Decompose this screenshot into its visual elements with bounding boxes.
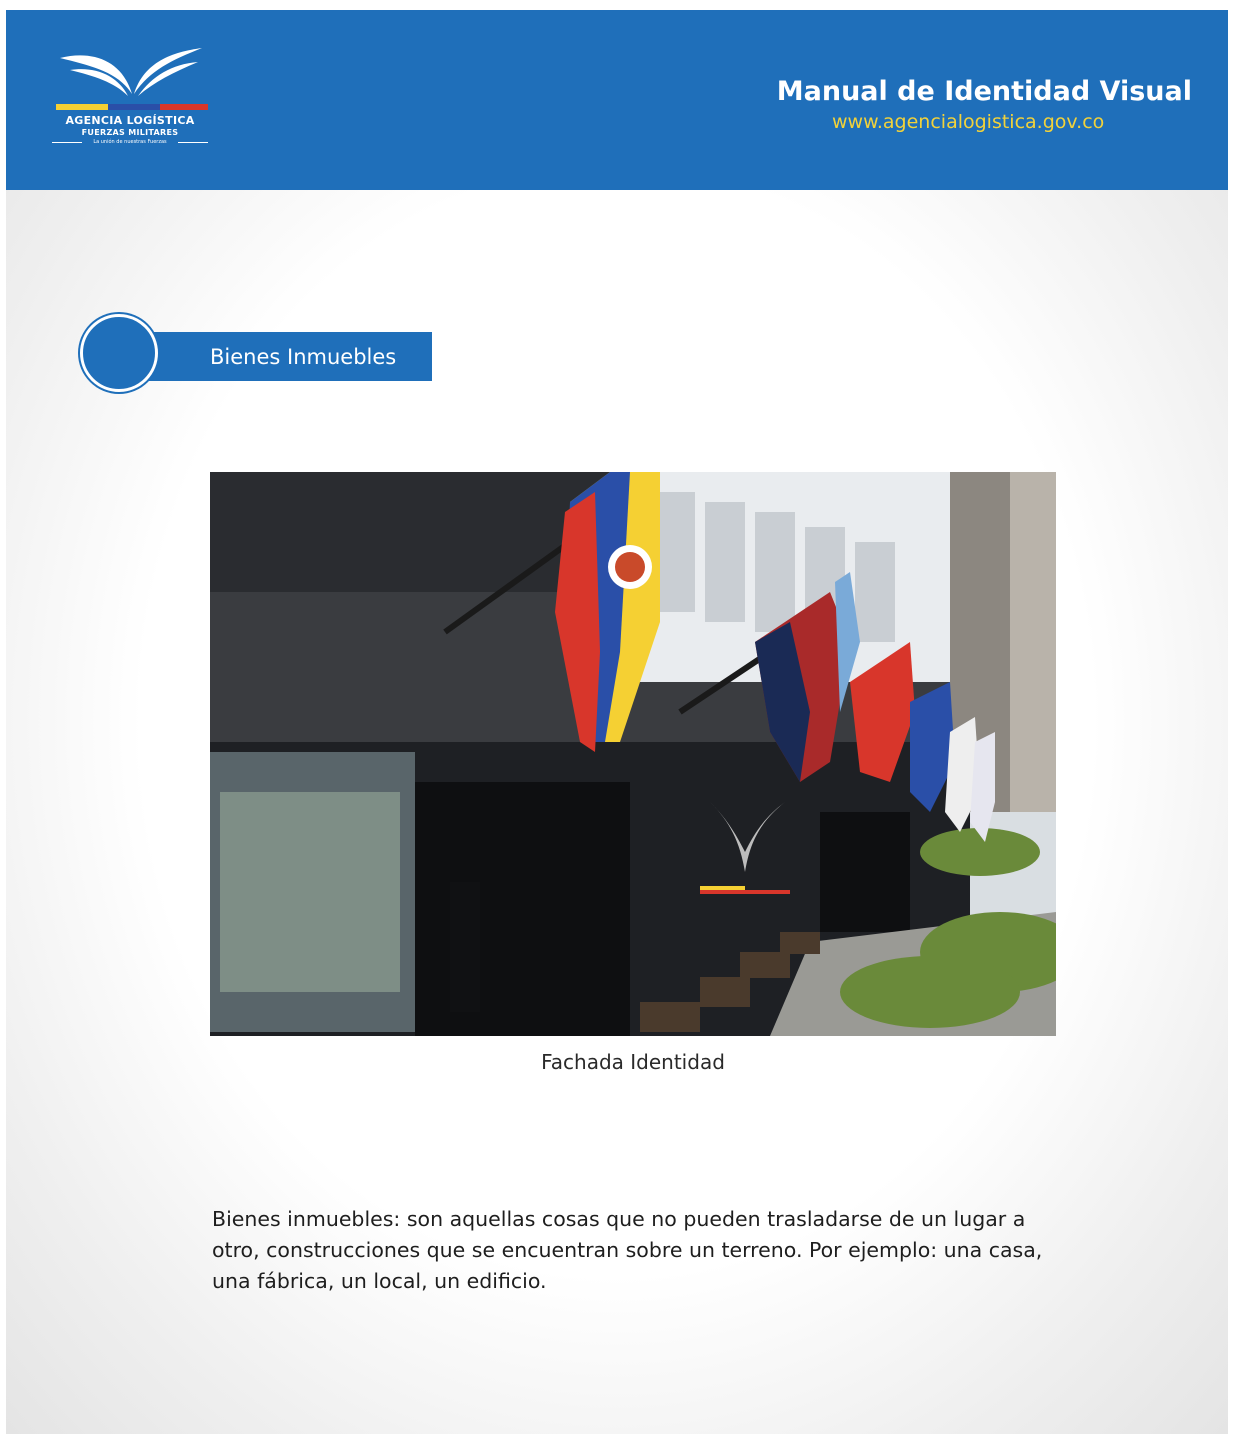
facade-photo	[210, 472, 1056, 1036]
wings-icon	[56, 48, 208, 110]
logo-rule-right	[178, 142, 208, 143]
page-header: AGENCIA LOGÍSTICA FUERZAS MILITARES La u…	[6, 10, 1228, 190]
website-url: www.agencialogistica.gov.co	[832, 111, 1105, 133]
body-paragraph: Bienes inmuebles: son aquellas cosas que…	[212, 1207, 1043, 1293]
agency-logo: AGENCIA LOGÍSTICA FUERZAS MILITARES La u…	[52, 46, 208, 156]
logo-subtitle: FUERZAS MILITARES	[81, 128, 179, 137]
manual-page: AGENCIA LOGÍSTICA FUERZAS MILITARES La u…	[6, 10, 1228, 1434]
photo-caption: Fachada Identidad	[541, 1050, 725, 1074]
logo-name: AGENCIA LOGÍSTICA	[65, 114, 195, 127]
building-facade-image	[210, 472, 1056, 1036]
section-heading: Bienes Inmuebles	[80, 314, 432, 398]
section-heading-circle	[80, 314, 158, 392]
manual-title: Manual de Identidad Visual	[776, 76, 1192, 107]
section-heading-label: Bienes Inmuebles	[210, 345, 397, 369]
